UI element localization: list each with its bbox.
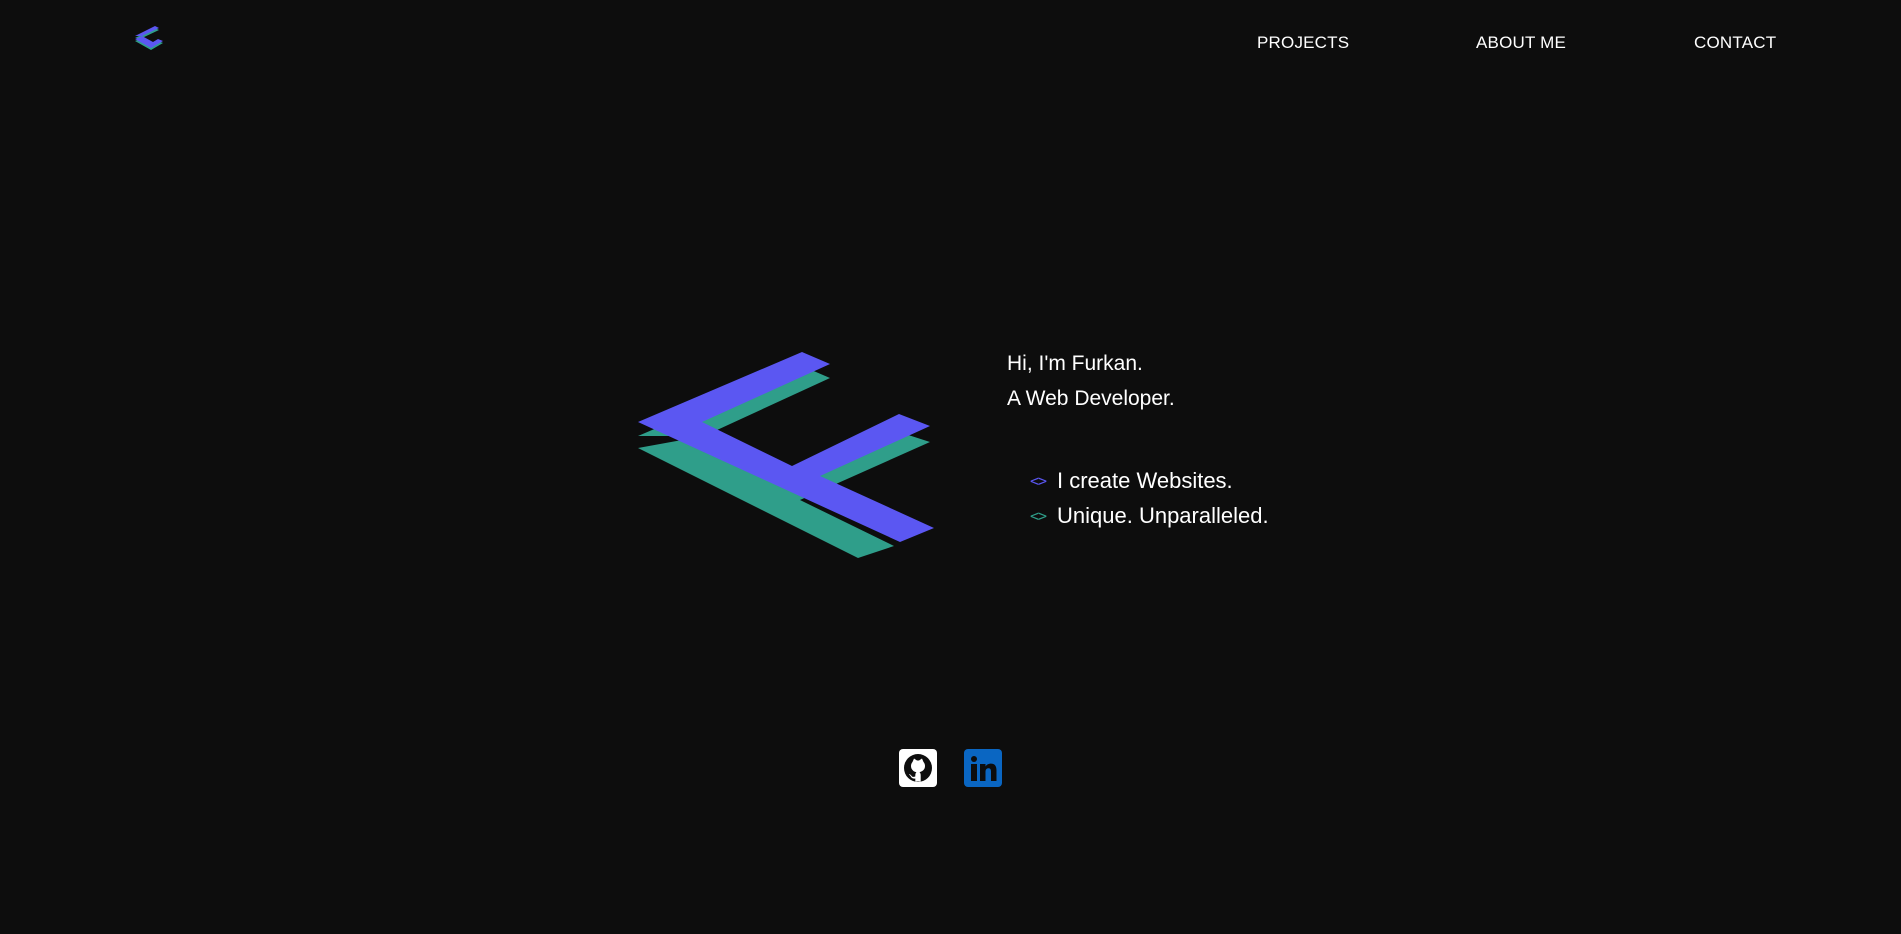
greeting-text: Hi, I'm Furkan. bbox=[1007, 352, 1143, 375]
hero-logo-graphic bbox=[636, 350, 936, 560]
tagline-item: <> I create Websites. bbox=[1030, 463, 1269, 498]
fk-hero-mark-icon bbox=[638, 352, 934, 558]
tagline-text: I create Websites. bbox=[1057, 467, 1233, 493]
tagline-item: <> Unique. Unparalleled. bbox=[1030, 498, 1269, 533]
code-brackets-icon: <> bbox=[1030, 471, 1047, 490]
taglines: <> I create Websites. <> Unique. Unparal… bbox=[1030, 463, 1269, 533]
page: PROJECTS ABOUT ME CONTACT Hi, I'm Furkan… bbox=[0, 0, 1901, 934]
linkedin-link[interactable] bbox=[964, 749, 1002, 787]
main-nav: PROJECTS ABOUT ME CONTACT bbox=[0, 33, 1901, 57]
nav-about-me[interactable]: ABOUT ME bbox=[1476, 33, 1566, 53]
role-text: A Web Developer. bbox=[1007, 387, 1175, 410]
github-icon bbox=[904, 754, 932, 782]
github-link[interactable] bbox=[899, 749, 937, 787]
code-brackets-icon: <> bbox=[1030, 506, 1047, 525]
linkedin-icon bbox=[966, 751, 1000, 785]
nav-contact[interactable]: CONTACT bbox=[1694, 33, 1776, 53]
tagline-text: Unique. Unparalleled. bbox=[1057, 502, 1269, 528]
nav-projects[interactable]: PROJECTS bbox=[1257, 33, 1349, 53]
intro-text: Hi, I'm Furkan. A Web Developer. bbox=[1007, 346, 1175, 416]
